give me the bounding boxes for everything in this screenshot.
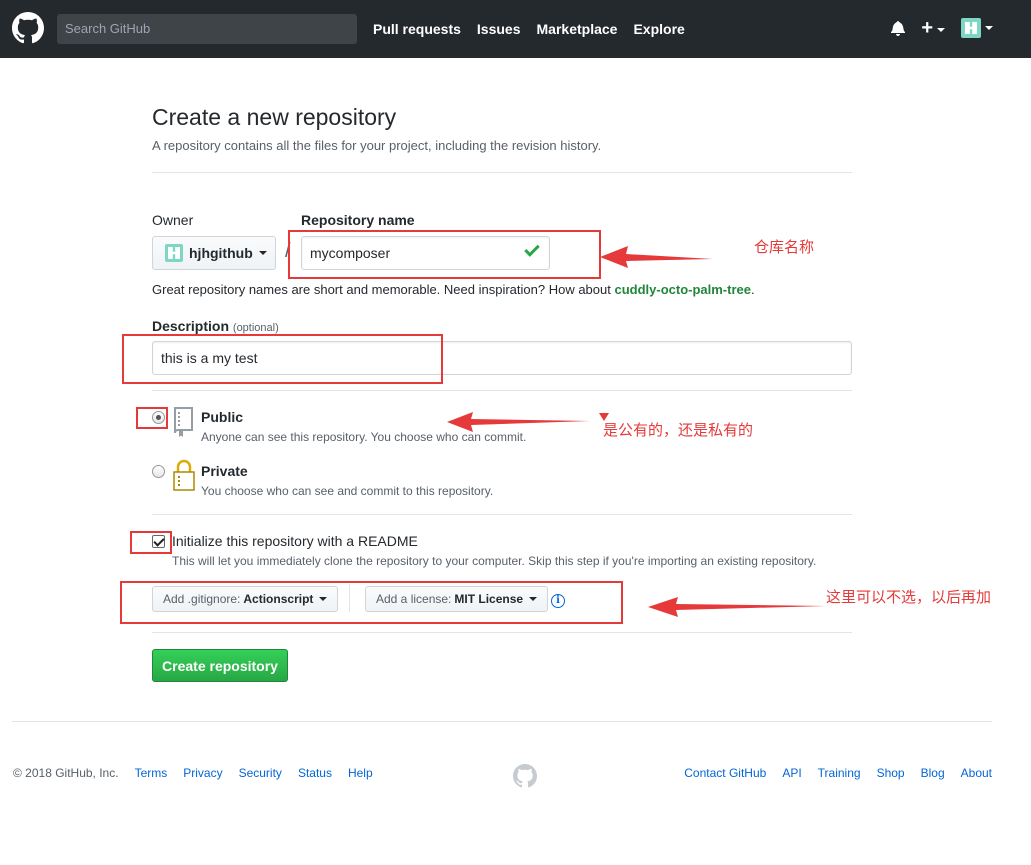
create-repository-button[interactable]: Create repository [152,649,288,682]
divider [152,514,852,515]
owner-select[interactable]: hjhgithub [152,236,276,270]
divider [152,632,852,633]
description-label: Description (optional) [152,318,279,334]
name-suggestion-link[interactable]: cuddly-octo-palm-tree [614,282,751,297]
footer-link-training[interactable]: Training [818,766,861,780]
repo-name-label: Repository name [301,212,415,228]
footer-link-help[interactable]: Help [348,766,373,780]
readme-title: Initialize this repository with a README [172,533,418,549]
avatar [961,18,981,38]
footer-link-terms[interactable]: Terms [135,766,168,780]
nav-marketplace[interactable]: Marketplace [537,21,618,37]
chevron-down-icon [258,251,267,255]
top-nav-bar: Search GitHub Pull requests Issues Marke… [0,0,1031,58]
annotation-box-selects [120,581,623,624]
footer-link-shop[interactable]: Shop [877,766,905,780]
nav-pull-requests[interactable]: Pull requests [373,21,461,37]
user-menu-button[interactable] [961,18,993,38]
footer-right: Contact GitHub API Training Shop Blog Ab… [684,766,992,780]
footer-left: © 2018 GitHub, Inc. Terms Privacy Securi… [13,766,373,780]
bell-icon[interactable] [891,20,906,36]
annotation-arrow-visibility [447,412,590,432]
footer-divider [12,721,992,722]
private-description: You choose who can see and commit to thi… [201,484,494,498]
divider [152,390,852,391]
annotation-text-repo-name: 仓库名称 [754,238,815,256]
footer-link-about[interactable]: About [961,766,992,780]
chevron-down-icon [937,28,945,33]
github-logo-icon[interactable] [12,12,44,44]
annotation-text-selects: 这里可以不选，以后再加 [826,588,992,606]
page-title: Create a new repository [152,104,397,130]
annotation-arrow-repo-name [600,246,713,268]
annotation-box-readme-checkbox [130,531,172,554]
header-actions: + [891,18,993,38]
search-input[interactable]: Search GitHub [57,14,357,44]
owner-label: Owner [152,212,194,228]
footer-link-contact[interactable]: Contact GitHub [684,766,766,780]
private-radio[interactable] [152,465,165,478]
plus-icon: + [921,17,933,39]
footer-link-security[interactable]: Security [239,766,282,780]
owner-avatar [165,244,183,262]
page-subtitle: A repository contains all the files for … [152,138,602,153]
optional-tag: (optional) [232,322,279,334]
private-title: Private [201,463,248,479]
new-menu-button[interactable]: + [921,18,945,38]
owner-value: hjhgithub [189,245,253,261]
annotation-box-repo-name [288,230,601,279]
github-footer-logo-icon[interactable] [513,764,537,788]
repo-name-hint: Great repository names are short and mem… [152,282,755,297]
footer-link-status[interactable]: Status [298,766,332,780]
copyright: © 2018 GitHub, Inc. [13,766,119,780]
chevron-down-icon [985,26,993,30]
lock-icon [173,459,195,491]
annotation-box-public-radio [136,407,168,429]
footer-link-privacy[interactable]: Privacy [183,766,222,780]
repo-book-icon [174,407,193,437]
footer-link-blog[interactable]: Blog [921,766,945,780]
annotation-text-visibility: 是公有的，还是私有的 [603,421,754,439]
nav-explore[interactable]: Explore [633,21,684,37]
footer-link-api[interactable]: API [782,766,801,780]
primary-nav: Pull requests Issues Marketplace Explore [373,0,685,58]
divider [152,172,852,173]
annotation-arrow-selects [648,597,826,617]
readme-description: This will let you immediately clone the … [172,554,817,568]
public-title: Public [201,409,244,425]
nav-issues[interactable]: Issues [477,21,521,37]
annotation-box-description [122,334,443,384]
